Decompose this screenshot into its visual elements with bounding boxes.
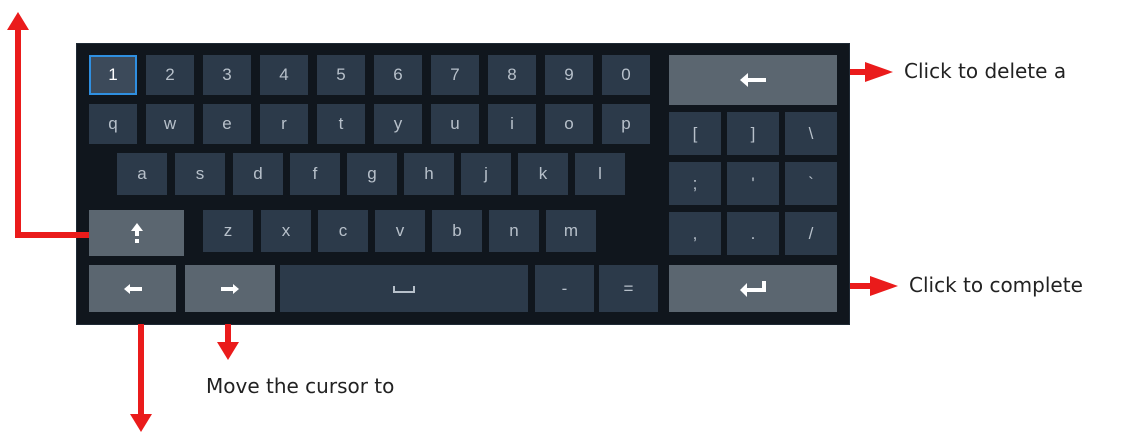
shift-icon <box>130 223 143 243</box>
key-7[interactable]: 7 <box>431 55 479 95</box>
key-1[interactable]: 1 <box>89 55 137 95</box>
delete-annotation: Click to delete a <box>904 59 1067 83</box>
key-equals[interactable]: = <box>599 265 658 312</box>
key-f[interactable]: f <box>290 153 340 195</box>
key-backtick[interactable]: ` <box>785 162 837 205</box>
key-period[interactable]: . <box>727 212 779 255</box>
key-l[interactable]: l <box>575 153 625 195</box>
shift-key[interactable] <box>89 210 184 256</box>
key-c[interactable]: c <box>318 210 368 252</box>
key-w[interactable]: w <box>146 104 194 144</box>
key-comma[interactable]: , <box>669 212 721 255</box>
key-9[interactable]: 9 <box>545 55 593 95</box>
key-y[interactable]: y <box>374 104 422 144</box>
key-right-bracket[interactable]: ] <box>727 112 779 155</box>
key-3[interactable]: 3 <box>203 55 251 95</box>
key-s[interactable]: s <box>175 153 225 195</box>
cursor-left-callout-line <box>138 324 144 416</box>
cursor-right-callout-line <box>225 324 231 344</box>
key-u[interactable]: u <box>431 104 479 144</box>
shift-callout-line <box>15 28 21 238</box>
key-2[interactable]: 2 <box>146 55 194 95</box>
key-backslash[interactable]: \ <box>785 112 837 155</box>
arrow-down-icon <box>217 342 239 360</box>
key-6[interactable]: 6 <box>374 55 422 95</box>
key-slash[interactable]: / <box>785 212 837 255</box>
cursor-left-key[interactable] <box>89 265 176 312</box>
key-z[interactable]: z <box>203 210 253 252</box>
enter-icon <box>740 280 766 297</box>
key-e[interactable]: e <box>203 104 251 144</box>
space-key[interactable] <box>280 265 528 312</box>
key-semicolon[interactable]: ; <box>669 162 721 205</box>
cursor-annotation: Move the cursor to <box>206 374 395 398</box>
key-t[interactable]: t <box>317 104 365 144</box>
key-0[interactable]: 0 <box>602 55 650 95</box>
key-j[interactable]: j <box>461 153 511 195</box>
key-m[interactable]: m <box>546 210 596 252</box>
shift-callout-line-h <box>15 232 89 238</box>
key-4[interactable]: 4 <box>260 55 308 95</box>
key-8[interactable]: 8 <box>488 55 536 95</box>
enter-key[interactable] <box>669 265 837 312</box>
arrow-down-icon <box>130 414 152 432</box>
right-arrow-icon <box>221 283 239 294</box>
key-apostrophe[interactable]: ' <box>727 162 779 205</box>
key-k[interactable]: k <box>518 153 568 195</box>
key-a[interactable]: a <box>117 153 167 195</box>
key-5[interactable]: 5 <box>317 55 365 95</box>
complete-annotation: Click to complete <box>909 273 1083 297</box>
key-n[interactable]: n <box>489 210 539 252</box>
cursor-right-key[interactable] <box>185 265 275 312</box>
space-icon <box>393 285 415 293</box>
left-arrow-icon <box>123 283 142 294</box>
key-q[interactable]: q <box>89 104 137 144</box>
key-minus[interactable]: - <box>535 265 594 312</box>
virtual-keyboard: 1 2 3 4 5 6 7 8 9 0 q w e r t y u i o p … <box>76 43 850 325</box>
key-d[interactable]: d <box>233 153 283 195</box>
left-arrow-icon <box>740 73 766 87</box>
key-x[interactable]: x <box>261 210 311 252</box>
complete-callout-line <box>850 283 872 289</box>
key-h[interactable]: h <box>404 153 454 195</box>
key-p[interactable]: p <box>602 104 650 144</box>
backspace-key[interactable] <box>669 55 837 105</box>
key-i[interactable]: i <box>488 104 536 144</box>
key-r[interactable]: r <box>260 104 308 144</box>
key-g[interactable]: g <box>347 153 397 195</box>
key-b[interactable]: b <box>432 210 482 252</box>
key-o[interactable]: o <box>545 104 593 144</box>
arrow-right-icon <box>870 276 898 296</box>
key-left-bracket[interactable]: [ <box>669 112 721 155</box>
arrow-right-icon <box>865 62 893 82</box>
key-v[interactable]: v <box>375 210 425 252</box>
